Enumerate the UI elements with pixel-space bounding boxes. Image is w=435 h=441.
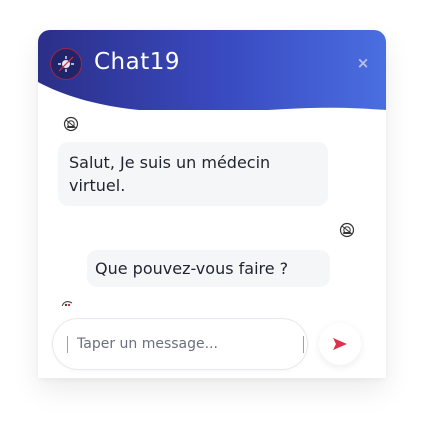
message-input[interactable]: [77, 331, 287, 357]
header-wave: [38, 82, 386, 122]
chat-widget: Chat19 × Salut, Je suis un médecin virtu…: [38, 30, 386, 378]
chat-header: Chat19 ×: [38, 30, 386, 122]
close-icon[interactable]: ×: [356, 56, 370, 71]
chat-title: Chat19: [94, 49, 181, 75]
virus-logo-icon: [50, 48, 82, 80]
message-composer: [38, 306, 386, 378]
bot-message-bubble: Salut, Je suis un médecin virtuel.: [58, 142, 328, 206]
user-message-bubble: Que pouvez-vous faire ?: [87, 250, 330, 287]
send-button[interactable]: [319, 323, 361, 365]
bot-avatar-icon: [63, 116, 79, 132]
send-icon: [333, 338, 347, 350]
message-input-wrapper: [53, 319, 307, 369]
user-avatar-icon: [339, 222, 355, 238]
input-divider-left: [67, 336, 68, 353]
input-divider-right: [303, 336, 304, 353]
